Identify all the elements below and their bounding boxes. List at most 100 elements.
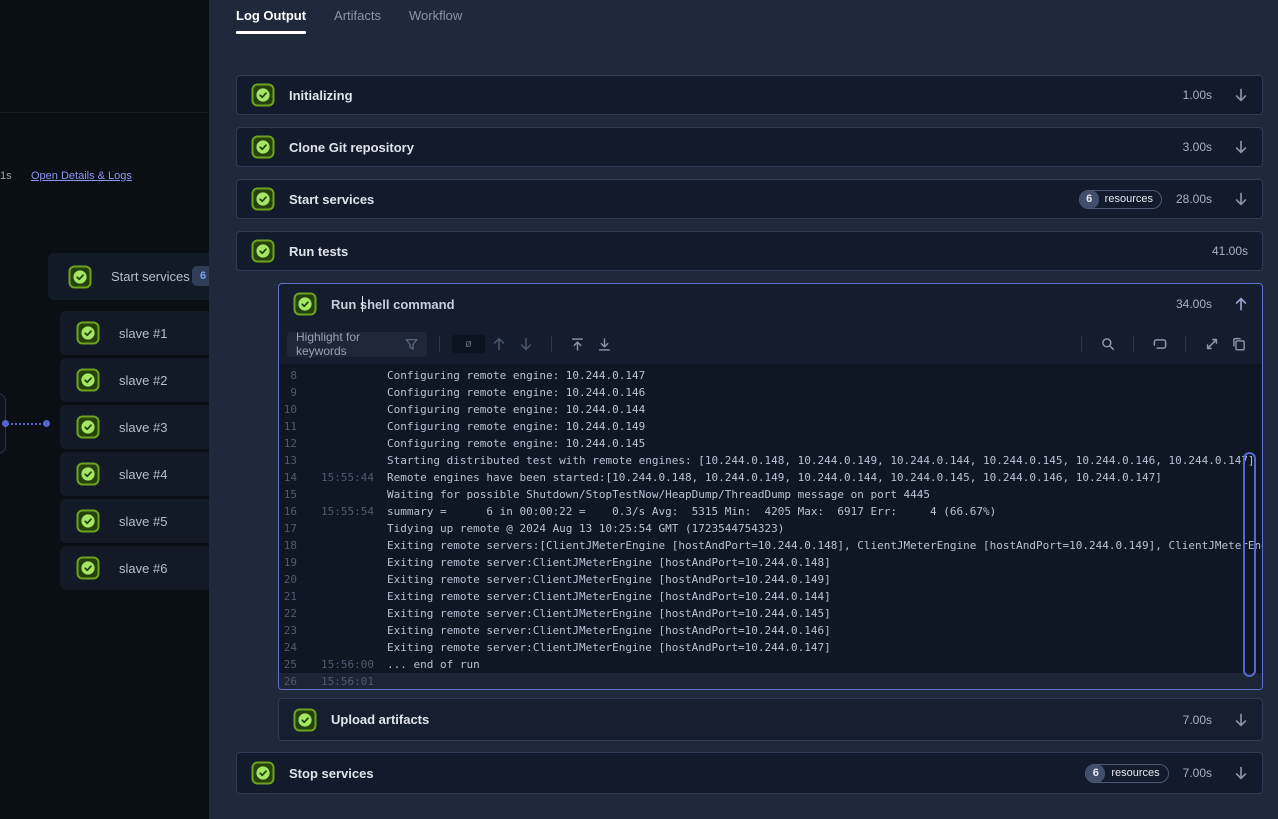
expand-step-button[interactable]: [1234, 140, 1248, 154]
log-line-number: 26: [279, 673, 297, 689]
pipeline-step-row[interactable]: Upload artifacts 7.00s: [278, 698, 1263, 741]
collapse-step-button[interactable]: [1234, 297, 1248, 311]
status-success-icon: [251, 239, 275, 263]
log-line-message: ... end of run: [387, 656, 480, 673]
expand-step-button[interactable]: [1234, 713, 1248, 727]
previous-match-icon[interactable]: [491, 337, 506, 352]
log-line: 14 15:55:44 Remote engines have been sta…: [279, 469, 1262, 486]
resources-badge[interactable]: 6 resources: [1085, 764, 1168, 783]
log-line: 23 Exiting remote server:ClientJMeterEng…: [279, 622, 1262, 639]
log-line-message: summary = 6 in 00:00:22 = 0.3/s Avg: 531…: [387, 503, 996, 520]
step-label: Initializing: [289, 88, 353, 103]
log-output-viewport[interactable]: 8 Configuring remote engine: 10.244.0.14…: [279, 364, 1262, 689]
step-duration: 41.00s: [1212, 244, 1248, 258]
scroll-to-bottom-icon[interactable]: [597, 337, 612, 352]
pipeline-step-row[interactable]: Start services 6 resources 28.00s: [236, 179, 1263, 219]
text-caret: [362, 296, 363, 312]
log-line: 16 15:55:54 summary = 6 in 00:00:22 = 0.…: [279, 503, 1262, 520]
log-line-timestamp: 15:56:01: [321, 673, 374, 689]
status-success-icon: [293, 292, 317, 316]
pipeline-step-row[interactable]: Clone Git repository 3.00s: [236, 127, 1263, 167]
log-line-timestamp: [321, 554, 374, 571]
workflow-node-start-services[interactable]: Start services 6: [48, 253, 209, 300]
workflow-node-slave[interactable]: slave #4: [60, 452, 209, 496]
log-line-timestamp: 15:55:54: [321, 503, 374, 520]
log-line: 18 Exiting remote servers:[ClientJMeterE…: [279, 537, 1262, 554]
log-line-message: Exiting remote servers:[ClientJMeterEngi…: [387, 537, 1262, 554]
step-label: Upload artifacts: [331, 712, 429, 727]
log-line-timestamp: [321, 401, 374, 418]
log-scrollbar-thumb[interactable]: [1243, 452, 1256, 677]
workflow-node-label: slave #1: [119, 326, 167, 341]
tab-artifacts[interactable]: Artifacts: [334, 8, 381, 34]
pipeline-step-row[interactable]: Initializing 1.00s: [236, 75, 1263, 115]
workflow-node-slave[interactable]: slave #5: [60, 499, 209, 543]
log-line-timestamp: [321, 452, 374, 469]
match-count-badge: ø: [452, 335, 485, 353]
tab-log-output[interactable]: Log Output: [236, 8, 306, 34]
log-line-message: Waiting for possible Shutdown/StopTestNo…: [387, 486, 930, 503]
log-line-number: 24: [279, 639, 297, 656]
workflow-graph-background: 1s Open Details & Logs Start services 6 …: [0, 0, 209, 819]
log-line: 17 Tidying up remote @ 2024 Aug 13 10:25…: [279, 520, 1262, 537]
step-label: Start services: [289, 192, 374, 207]
log-line-number: 15: [279, 486, 297, 503]
step-label: Run tests: [289, 244, 348, 259]
node-count-badge: 6: [192, 266, 209, 286]
workflow-node-label: slave #6: [119, 561, 167, 576]
run-shell-command-header[interactable]: Run shell command 34.00s: [279, 284, 1262, 324]
step-duration: 28.00s: [1176, 192, 1212, 206]
log-line: 15 Waiting for possible Shutdown/StopTes…: [279, 486, 1262, 503]
keyword-highlight-input[interactable]: Highlight for keywords: [287, 332, 427, 357]
open-details-logs-link[interactable]: Open Details & Logs: [31, 170, 132, 182]
step-label: Stop services: [289, 766, 374, 781]
workflow-node-slave[interactable]: slave #2: [60, 358, 209, 402]
pipeline-step-row[interactable]: Stop services 6 resources 7.00s: [236, 752, 1263, 794]
log-line-message: Exiting remote server:ClientJMeterEngine…: [387, 554, 831, 571]
workflow-node-label: Start services: [111, 269, 190, 284]
status-success-icon: [76, 415, 100, 439]
log-line-message: Configuring remote engine: 10.244.0.146: [387, 384, 645, 401]
job-log-panel: Log Output Artifacts Workflow Initializi…: [209, 0, 1278, 819]
expand-step-button[interactable]: [1234, 192, 1248, 206]
node-duration-text: 1s: [0, 170, 12, 182]
line-wrap-toggle-icon[interactable]: [1152, 337, 1167, 352]
log-line: 12 Configuring remote engine: 10.244.0.1…: [279, 435, 1262, 452]
log-line-timestamp: [321, 605, 374, 622]
log-line-number: 18: [279, 537, 297, 554]
divider: [1133, 336, 1134, 352]
status-success-icon: [76, 321, 100, 345]
filter-funnel-icon: [405, 338, 418, 351]
status-success-icon: [251, 83, 275, 107]
expand-fullscreen-icon[interactable]: [1204, 337, 1219, 352]
log-line-message: Exiting remote server:ClientJMeterEngine…: [387, 622, 831, 639]
pipeline-step-row[interactable]: Run tests 41.00s: [236, 231, 1263, 271]
tab-bar: Log Output Artifacts Workflow: [209, 0, 1278, 38]
log-line-number: 19: [279, 554, 297, 571]
copy-log-icon[interactable]: [1231, 337, 1246, 352]
workflow-node-slave[interactable]: slave #6: [60, 546, 209, 590]
connector-dot: [43, 420, 50, 427]
log-line-message: Remote engines have been started:[10.244…: [387, 469, 1162, 486]
log-line: 11 Configuring remote engine: 10.244.0.1…: [279, 418, 1262, 435]
resources-badge[interactable]: 6 resources: [1079, 190, 1162, 209]
log-line: 26 15:56:01: [279, 673, 1262, 689]
search-icon[interactable]: [1100, 337, 1115, 352]
status-success-icon: [76, 368, 100, 392]
tab-workflow[interactable]: Workflow: [409, 8, 462, 34]
step-duration: 34.00s: [1176, 297, 1212, 311]
log-line-timestamp: [321, 520, 374, 537]
log-line-message: Exiting remote server:ClientJMeterEngine…: [387, 571, 831, 588]
next-match-icon[interactable]: [518, 337, 533, 352]
expand-step-button[interactable]: [1234, 766, 1248, 780]
log-toolbar: Highlight for keywords ø: [279, 324, 1262, 364]
workflow-node-label: slave #5: [119, 514, 167, 529]
log-line-number: 16: [279, 503, 297, 520]
status-success-icon: [251, 761, 275, 785]
workflow-node-slave[interactable]: slave #1: [60, 311, 209, 355]
log-line-number: 22: [279, 605, 297, 622]
status-success-icon: [251, 135, 275, 159]
scroll-to-top-icon[interactable]: [570, 337, 585, 352]
workflow-node-slave[interactable]: slave #3: [60, 405, 209, 449]
expand-step-button[interactable]: [1234, 88, 1248, 102]
